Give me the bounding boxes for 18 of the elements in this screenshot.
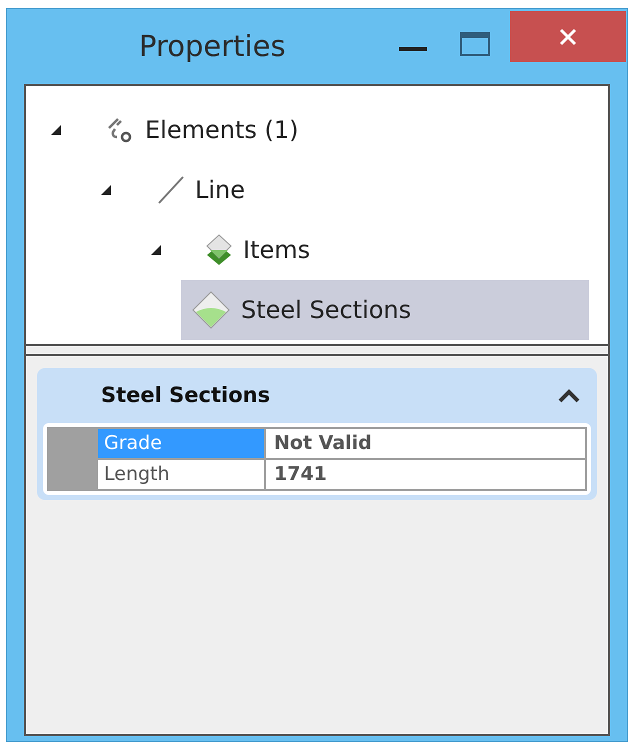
diamond-icon: [191, 290, 231, 330]
tree-item[interactable]: Line: [145, 160, 246, 220]
minimize-icon: [399, 46, 427, 52]
expanded-arrow-icon[interactable]: [100, 184, 112, 196]
property-value[interactable]: 1741: [266, 460, 585, 489]
tree-item[interactable]: Elements (1): [95, 100, 298, 160]
section-title: Steel Sections: [101, 382, 272, 409]
maximize-icon: [460, 32, 490, 56]
property-name[interactable]: Length: [98, 460, 264, 489]
tree-item[interactable]: Steel Sections: [181, 280, 589, 340]
window-title: Properties: [139, 28, 286, 65]
expanded-arrow-icon[interactable]: [150, 244, 162, 256]
expanded-arrow-icon[interactable]: [50, 124, 62, 136]
stacked-diamond-icon: [205, 233, 233, 267]
property-value[interactable]: Not Valid: [266, 429, 585, 458]
tree-item[interactable]: Items: [195, 220, 310, 280]
collapse-chevron-icon[interactable]: [557, 388, 581, 404]
close-icon: [559, 28, 577, 46]
